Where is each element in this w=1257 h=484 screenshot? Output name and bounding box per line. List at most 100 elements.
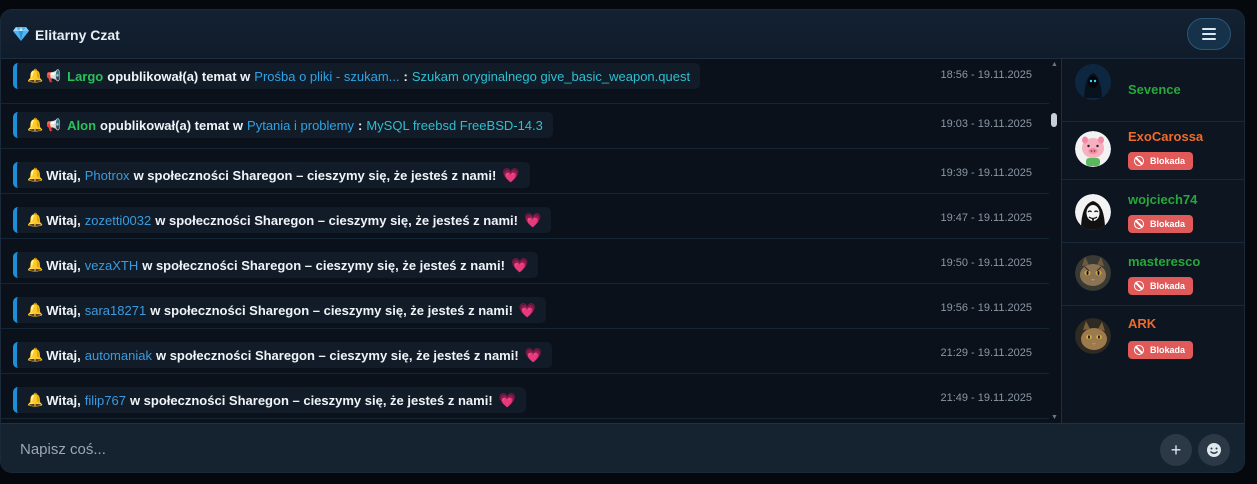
bell-icon: 🔔: [27, 117, 44, 132]
message-user-link[interactable]: filip767: [85, 393, 126, 408]
user-list-item[interactable]: wojciech74 Blokada: [1062, 180, 1244, 243]
status-badge: Blokada: [1128, 215, 1194, 233]
message-bubble: 🔔 Witaj, zozetti0032 w społeczności Shar…: [13, 207, 552, 233]
hamburger-menu-icon: [1202, 28, 1216, 40]
welcome-text: w społeczności Sharegon – cieszymy się, …: [129, 392, 493, 408]
menu-button[interactable]: [1187, 18, 1231, 50]
ban-icon: [1134, 219, 1144, 229]
bell-icon: 🔔: [27, 392, 44, 407]
message-timestamp: 19:56 - 19.11.2025: [940, 302, 1032, 314]
message-timestamp: 19:03 - 19.11.2025: [940, 118, 1032, 130]
message-bubble: 🔔 Witaj, Photrox w społeczności Sharegon…: [13, 162, 530, 188]
greeting-text: Witaj,: [46, 212, 81, 228]
topic-link[interactable]: MySQL freebsd FreeBSD-14.3: [366, 118, 543, 133]
message-bubble: 🔔 Witaj, vezaXTH w społeczności Sharegon…: [13, 252, 539, 278]
message-row: 🔔 Witaj, vezaXTH w społeczności Sharegon…: [1, 239, 1049, 284]
message-user-link[interactable]: vezaXTH: [85, 258, 138, 273]
emoji-button[interactable]: [1198, 434, 1230, 466]
greeting-text: Witaj,: [46, 347, 81, 363]
message-user-link[interactable]: Alon: [67, 118, 96, 133]
user-list-item[interactable]: masteresco Blokada: [1062, 243, 1244, 306]
badge-label: Blokada: [1150, 156, 1186, 166]
forum-link[interactable]: Prośba o pliki - szukam...: [254, 69, 399, 84]
bell-icon: 🔔: [27, 167, 44, 182]
message-timestamp: 21:49 - 19.11.2025: [940, 392, 1032, 404]
message-row: 🔔 📢 Largo opublikował(a) temat w Prośba …: [1, 59, 1049, 104]
message-user-link[interactable]: zozetti0032: [85, 213, 152, 228]
heart-icon: 💗: [518, 301, 537, 318]
message-row: 🔔 📢 Alon opublikował(a) temat w Pytania …: [1, 104, 1049, 149]
online-users-sidebar: Sevence ExoCarossa Blokada wojciech74 Bl…: [1061, 59, 1244, 423]
avatar: [1075, 255, 1111, 291]
scroll-thumb[interactable]: [1051, 113, 1057, 127]
ban-icon: [1134, 156, 1144, 166]
message-timestamp: 19:50 - 19.11.2025: [940, 257, 1032, 269]
message-row: 🔔 Witaj, automaniak w społeczności Share…: [1, 329, 1049, 374]
user-name[interactable]: ARK: [1128, 316, 1156, 331]
message-bubble: 🔔 📢 Alon opublikował(a) temat w Pytania …: [13, 112, 553, 138]
avatar: [1075, 194, 1111, 230]
user-list-item[interactable]: ARK Blokada: [1062, 305, 1244, 368]
avatar: [1075, 318, 1111, 354]
user-name[interactable]: masteresco: [1128, 254, 1200, 269]
user-name[interactable]: wojciech74: [1128, 192, 1197, 207]
chat-window: Elitarny Czat 🔔 📢 Largo opublikował(a) t…: [0, 9, 1245, 473]
bell-icon: 🔔: [27, 302, 44, 317]
message-timestamp: 18:56 - 19.11.2025: [940, 69, 1032, 81]
add-attachment-button[interactable]: +: [1160, 434, 1192, 466]
greeting-text: Witaj,: [46, 257, 81, 273]
bell-icon: 🔔: [27, 68, 44, 83]
separator: :: [358, 117, 363, 133]
message-user-link[interactable]: automaniak: [85, 348, 152, 363]
message-user-link[interactable]: sara18271: [85, 303, 146, 318]
user-list-item[interactable]: ExoCarossa Blokada: [1062, 117, 1244, 180]
forum-link[interactable]: Pytania i problemy: [247, 118, 354, 133]
message-row: 🔔 Witaj, filip767 w społeczności Sharego…: [1, 374, 1049, 419]
welcome-text: w społeczności Sharegon – cieszymy się, …: [142, 257, 505, 273]
megaphone-icon: 📢: [46, 118, 62, 132]
heart-icon: 💗: [524, 346, 543, 363]
user-name[interactable]: ExoCarossa: [1128, 129, 1203, 144]
heart-icon: 💗: [498, 391, 517, 408]
message-scrollbar[interactable]: ▲ ▼: [1049, 59, 1059, 423]
message-row: 🔔 Witaj, zozetti0032 w społeczności Shar…: [1, 194, 1049, 239]
message-timestamp: 19:47 - 19.11.2025: [940, 212, 1032, 224]
scroll-down-arrow-icon[interactable]: ▼: [1051, 414, 1058, 421]
message-bubble: 🔔 📢 Largo opublikował(a) temat w Prośba …: [13, 63, 701, 89]
message-bubble: 🔔 Witaj, sara18271 w społeczności Shareg…: [13, 297, 547, 323]
bell-icon: 🔔: [27, 347, 44, 362]
topic-link[interactable]: Szukam oryginalnego give_basic_weapon.qu…: [412, 69, 690, 84]
message-row: 🔔 Witaj, sara18271 w społeczności Shareg…: [1, 284, 1049, 329]
status-badge: Blokada: [1128, 277, 1194, 295]
heart-icon: 💗: [510, 256, 529, 273]
app-title: Elitarny Czat: [35, 27, 120, 43]
message-bubble: 🔔 Witaj, filip767 w społeczności Sharego…: [13, 387, 527, 413]
avatar: [1075, 131, 1111, 167]
avatar: [1075, 64, 1111, 100]
greeting-text: Witaj,: [46, 392, 81, 408]
message-user-link[interactable]: Photrox: [85, 168, 130, 183]
message-input[interactable]: [1, 424, 1151, 472]
welcome-text: w społeczności Sharegon – cieszymy się, …: [133, 167, 497, 183]
message-list[interactable]: 🔔 📢 Largo opublikował(a) temat w Prośba …: [1, 59, 1061, 423]
separator: :: [403, 68, 408, 84]
welcome-text: w społeczności Sharegon – cieszymy się, …: [155, 347, 519, 363]
chat-header: Elitarny Czat: [1, 10, 1244, 59]
badge-label: Blokada: [1150, 345, 1186, 355]
bell-icon: 🔔: [27, 257, 44, 272]
scroll-up-arrow-icon[interactable]: ▲: [1051, 61, 1058, 68]
user-list-item[interactable]: Sevence: [1062, 59, 1244, 122]
user-name[interactable]: Sevence: [1128, 82, 1181, 97]
message-timestamp: 19:39 - 19.11.2025: [940, 167, 1032, 179]
gem-icon: [13, 27, 29, 41]
badge-label: Blokada: [1150, 219, 1186, 229]
ban-icon: [1134, 281, 1144, 291]
status-badge: Blokada: [1128, 152, 1194, 170]
message-row: 🔔 Witaj, Photrox w społeczności Sharegon…: [1, 149, 1049, 194]
welcome-text: w społeczności Sharegon – cieszymy się, …: [150, 302, 513, 318]
message-action-text: opublikował(a) temat w: [107, 68, 251, 84]
composer-bar: +: [1, 423, 1244, 472]
bell-icon: 🔔: [27, 212, 44, 227]
badge-label: Blokada: [1150, 281, 1186, 291]
message-user-link[interactable]: Largo: [67, 69, 103, 84]
